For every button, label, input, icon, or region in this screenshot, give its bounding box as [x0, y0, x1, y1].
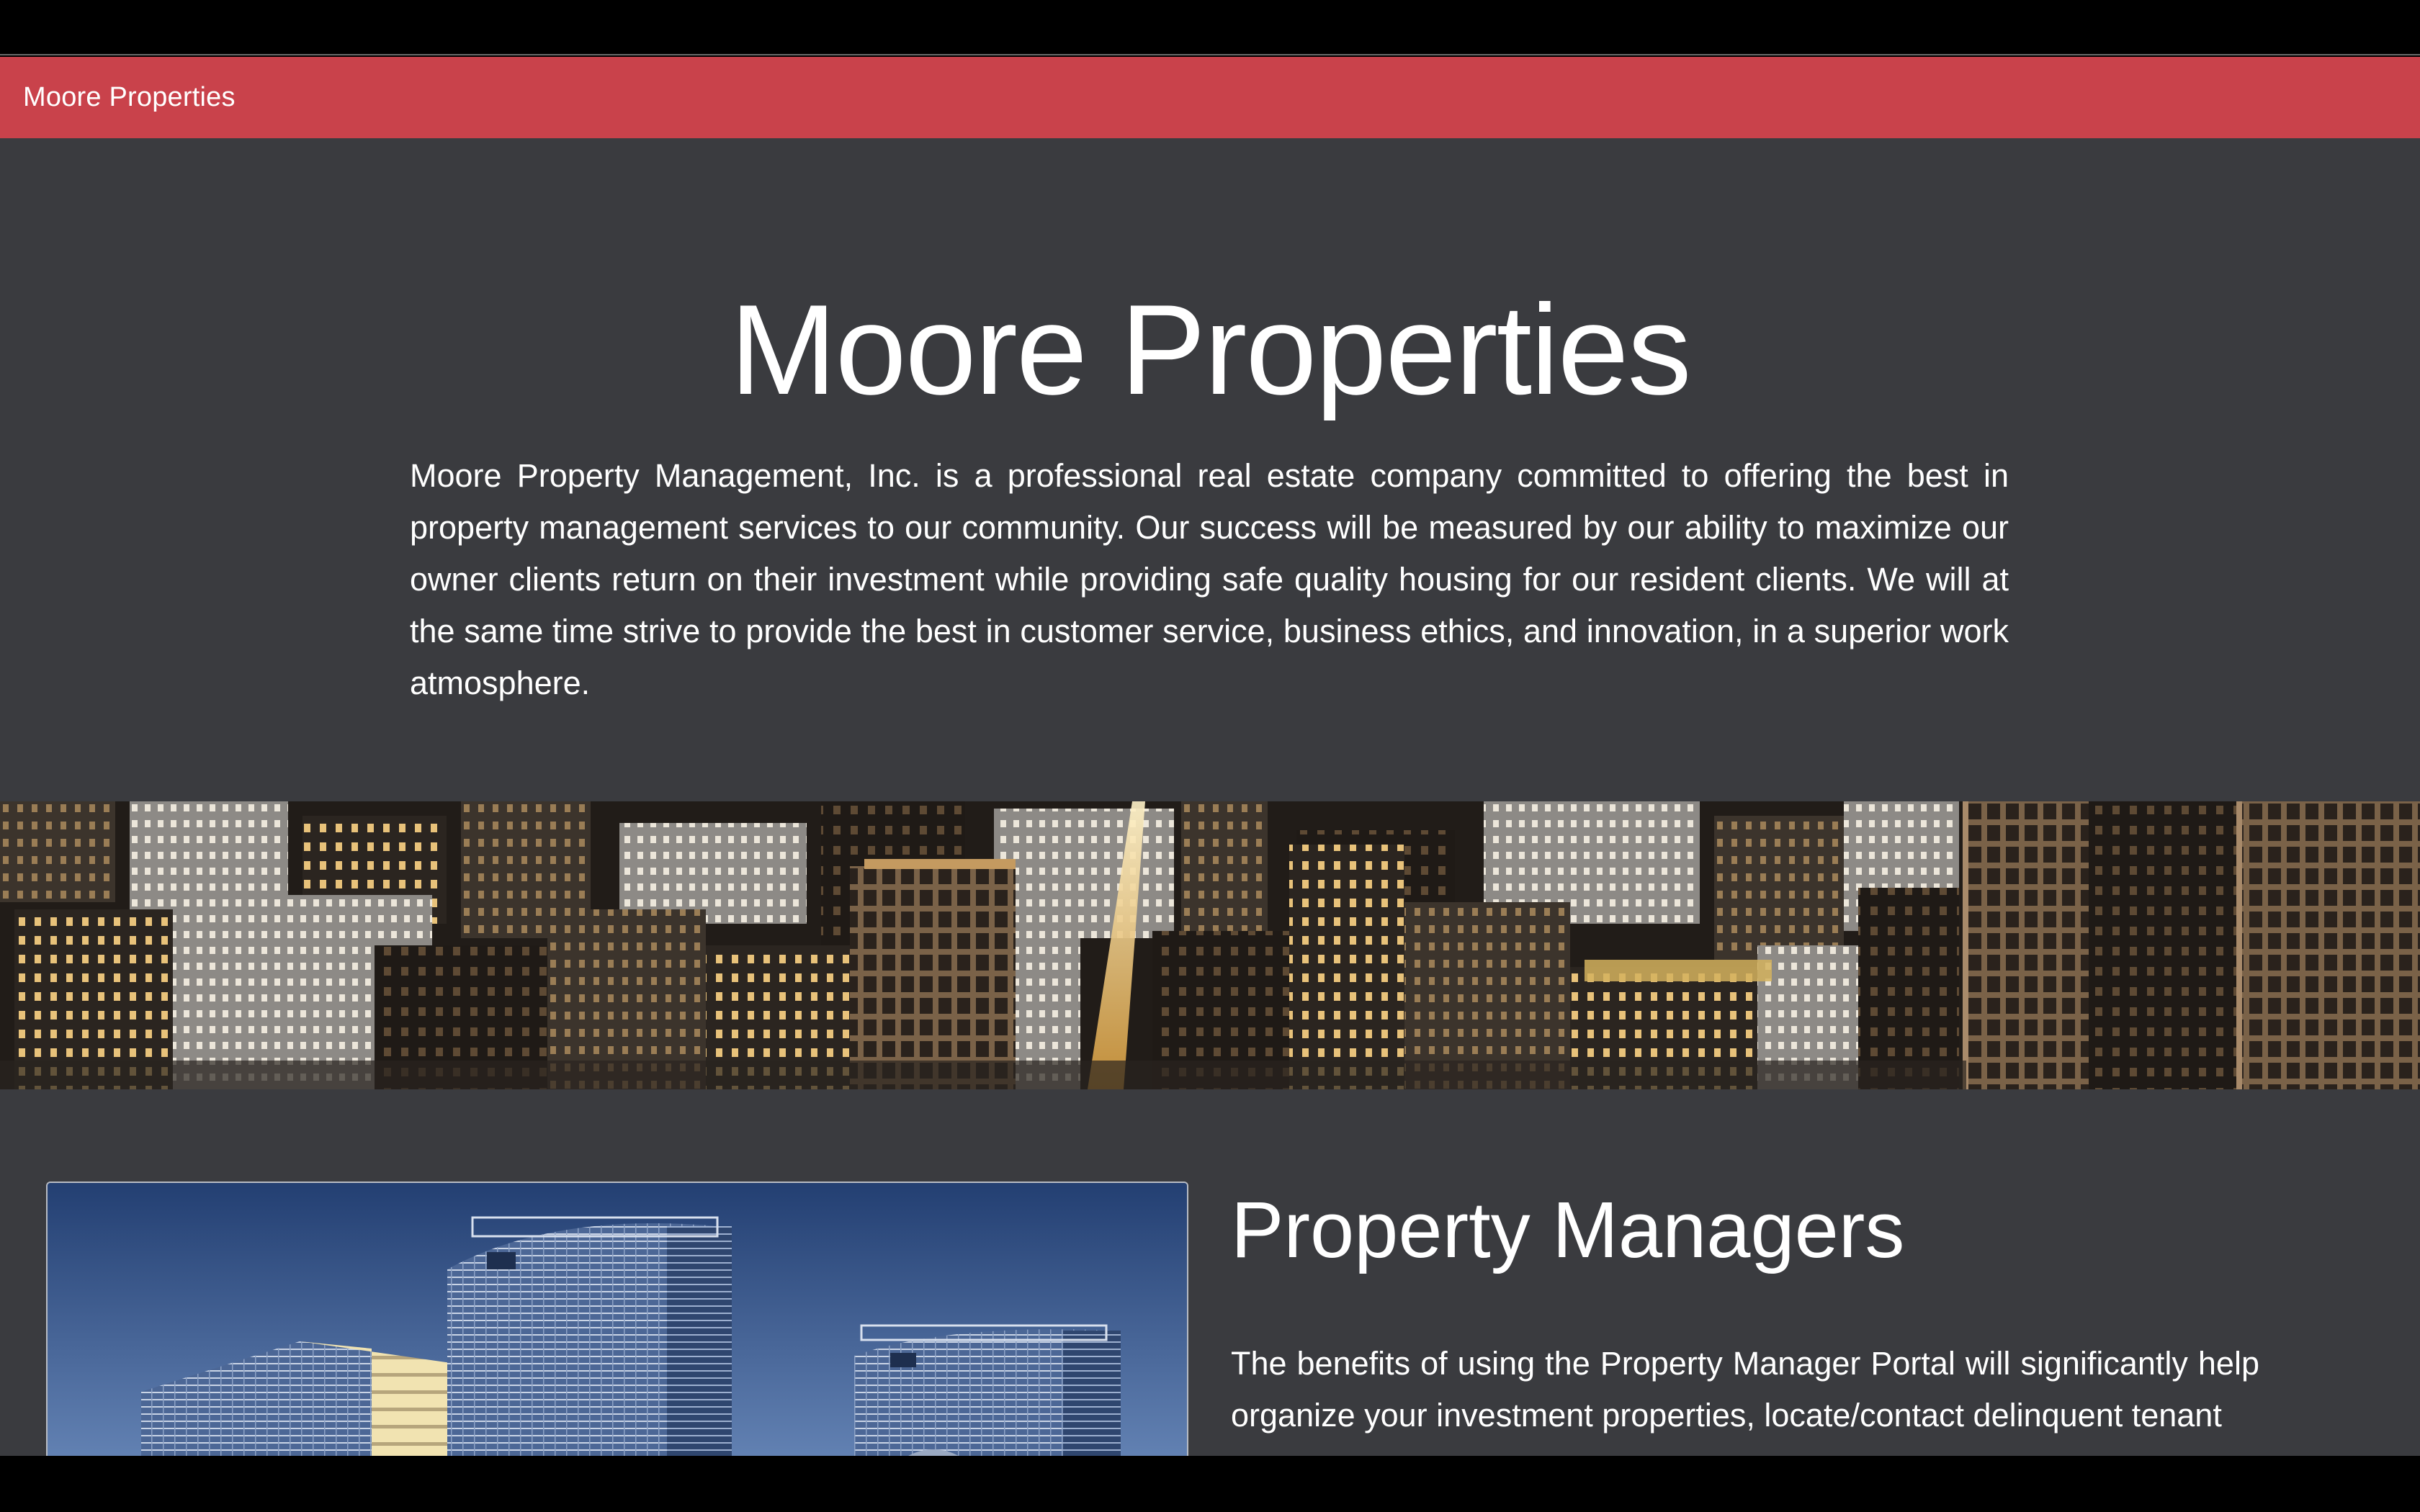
navbar: Moore Properties	[0, 57, 2420, 138]
hero-title: Moore Properties	[730, 278, 1691, 421]
property-managers-section: Property Managers The benefits of using …	[0, 1089, 2420, 1456]
hero-section: Moore Properties Moore Property Manageme…	[0, 138, 2420, 801]
hero-description: Moore Property Management, Inc. is a pro…	[410, 457, 2009, 701]
office-towers-image	[46, 1182, 1188, 1456]
page-viewport: Moore Properties Moore Properties Moore …	[0, 57, 2420, 1456]
screen-bottom-bar	[0, 1456, 2420, 1512]
property-managers-heading: Property Managers	[1231, 1186, 1905, 1274]
property-managers-description: The benefits of using the Property Manag…	[1231, 1345, 2259, 1434]
city-skyline-banner-image	[0, 801, 2420, 1089]
screen-top-bar	[0, 0, 2420, 55]
navbar-brand-link[interactable]: Moore Properties	[23, 82, 236, 113]
